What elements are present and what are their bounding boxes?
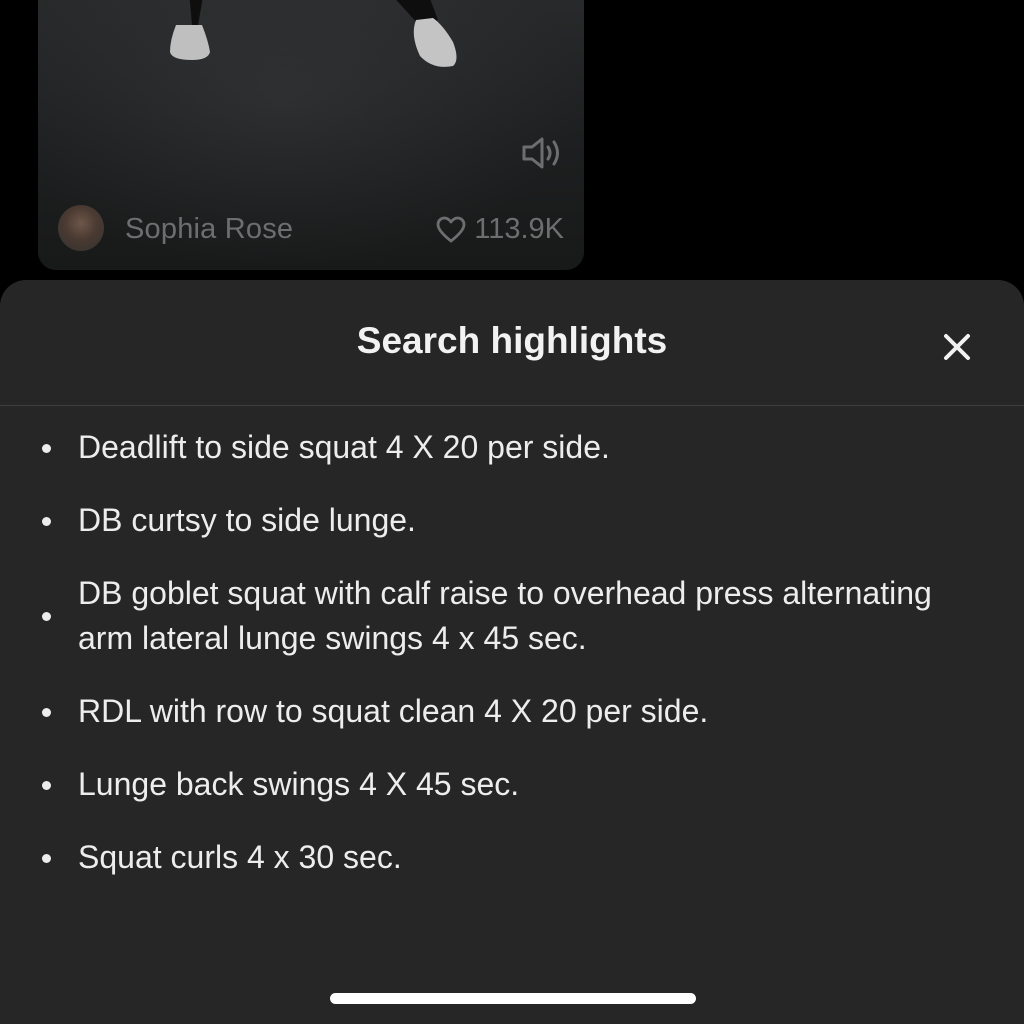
bullet-icon: [42, 853, 51, 863]
bullet-icon: [42, 780, 51, 790]
bullet-icon: [42, 516, 51, 526]
list-item: DB curtsy to side lunge.: [0, 498, 1024, 543]
video-card[interactable]: Sophia Rose 113.9K: [38, 0, 584, 270]
likes[interactable]: 113.9K: [436, 213, 564, 246]
list-item-text: Lunge back swings 4 X 45 sec.: [78, 766, 520, 802]
list-item-text: DB goblet squat with calf raise to overh…: [78, 575, 932, 656]
list-item-text: Squat curls 4 x 30 sec.: [78, 839, 402, 875]
list-item: Deadlift to side squat 4 X 20 per side.: [0, 425, 1024, 470]
author-name[interactable]: Sophia Rose: [125, 213, 293, 246]
bullet-icon: [42, 707, 51, 717]
close-button[interactable]: [930, 320, 984, 374]
search-highlights-sheet: Search highlights Deadlift to side squat…: [0, 280, 1024, 1024]
list-item: RDL with row to squat clean 4 X 20 per s…: [0, 689, 1024, 734]
highlights-list: Deadlift to side squat 4 X 20 per side. …: [0, 425, 1024, 908]
sheet-header: Search highlights: [0, 280, 1024, 406]
home-indicator[interactable]: [330, 993, 696, 1004]
speaker-icon[interactable]: [520, 135, 564, 171]
list-item-text: RDL with row to squat clean 4 X 20 per s…: [78, 693, 709, 729]
bullet-icon: [42, 443, 51, 453]
list-item-text: Deadlift to side squat 4 X 20 per side.: [78, 429, 610, 465]
video-card-footer: Sophia Rose 113.9K: [38, 205, 584, 270]
heart-icon: [436, 216, 466, 242]
avatar[interactable]: [58, 205, 104, 251]
list-item: Lunge back swings 4 X 45 sec.: [0, 762, 1024, 807]
sheet-title: Search highlights: [356, 320, 668, 361]
bullet-icon: [42, 612, 51, 621]
likes-count: 113.9K: [474, 213, 564, 245]
list-item: Squat curls 4 x 30 sec.: [0, 835, 1024, 880]
video-thumbnail-figure: [170, 0, 457, 67]
screen: Sophia Rose 113.9K Search highlights Dea…: [0, 0, 1024, 1024]
close-icon: [944, 334, 970, 360]
list-item: DB goblet squat with calf raise to overh…: [0, 571, 1024, 661]
list-item-text: DB curtsy to side lunge.: [78, 502, 416, 538]
